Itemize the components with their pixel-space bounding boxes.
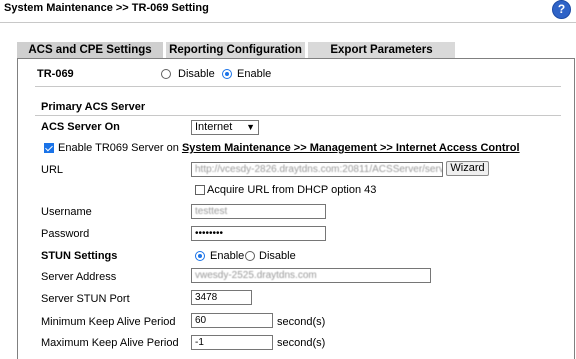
chevron-down-icon: ▼: [246, 122, 255, 132]
password-label: Password: [41, 228, 90, 240]
stun-enable-radio[interactable]: [195, 251, 205, 261]
server-address-label: Server Address: [41, 271, 117, 283]
tr069-disable-label: Disable: [178, 68, 215, 80]
stun-disable-label: Disable: [259, 250, 296, 262]
acs-server-on-value: Internet: [195, 121, 233, 133]
tr069-label: TR-069: [37, 68, 74, 80]
password-input[interactable]: ••••••••: [191, 226, 326, 241]
primary-acs-divider: [35, 115, 561, 116]
wizard-button[interactable]: Wizard: [446, 161, 489, 176]
url-value: http://vcesdy-2826.draytdns.com:20811/AC…: [195, 164, 443, 175]
tab-acs-cpe-settings[interactable]: ACS and CPE Settings: [17, 42, 163, 58]
server-stun-port-value: 3478: [195, 292, 218, 303]
acs-server-on-select[interactable]: Internet ▼: [191, 120, 259, 135]
server-stun-port-input[interactable]: 3478: [191, 290, 252, 305]
max-keep-alive-value: -1: [195, 337, 204, 348]
title-divider: [0, 22, 576, 23]
stun-disable-radio[interactable]: [245, 251, 255, 261]
stun-enable-label: Enable: [210, 250, 245, 262]
username-input[interactable]: testtest: [191, 204, 326, 219]
tr069-disable-radio[interactable]: [161, 69, 171, 79]
password-value: ••••••••: [195, 228, 224, 239]
max-keep-alive-unit: second(s): [277, 337, 326, 349]
help-icon[interactable]: ?: [552, 0, 571, 19]
min-keep-alive-input[interactable]: 60: [191, 313, 273, 328]
enable-tr069-server-text: Enable TR069 Server on System Maintenanc…: [58, 142, 520, 154]
url-label: URL: [41, 164, 64, 176]
acquire-url-dhcp-label: Acquire URL from DHCP option 43: [207, 184, 377, 196]
tab-reporting-configuration[interactable]: Reporting Configuration: [166, 42, 305, 58]
min-keep-alive-value: 60: [195, 315, 207, 326]
server-address-input[interactable]: vwesdy-2525.draytdns.com: [191, 268, 431, 283]
internet-access-control-link[interactable]: System Maintenance >> Management >> Inte…: [182, 142, 520, 154]
acquire-url-dhcp-checkbox[interactable]: [195, 185, 205, 195]
username-value: testtest: [195, 206, 228, 217]
acs-server-on-label: ACS Server On: [41, 121, 120, 133]
max-keep-alive-input[interactable]: -1: [191, 335, 273, 350]
primary-acs-section-title: Primary ACS Server: [41, 101, 146, 113]
stun-section-title: STUN Settings: [41, 250, 118, 262]
tab-export-parameters[interactable]: Export Parameters: [308, 42, 455, 58]
tr069-divider: [35, 86, 561, 87]
server-address-value: vwesdy-2525.draytdns.com: [195, 270, 317, 281]
tr069-enable-label: Enable: [237, 68, 272, 80]
url-input[interactable]: http://vcesdy-2826.draytdns.com:20811/AC…: [191, 162, 443, 177]
enable-tr069-server-checkbox[interactable]: [44, 143, 54, 153]
page-title: System Maintenance >> TR-069 Setting: [4, 2, 209, 14]
min-keep-alive-unit: second(s): [277, 316, 326, 328]
tr069-enable-radio[interactable]: [222, 69, 232, 79]
enable-tr069-server-label: Enable TR069 Server on: [58, 142, 179, 154]
max-keep-alive-label: Maximum Keep Alive Period: [41, 337, 179, 349]
server-stun-port-label: Server STUN Port: [41, 293, 130, 305]
username-label: Username: [41, 206, 92, 218]
min-keep-alive-label: Minimum Keep Alive Period: [41, 316, 176, 328]
